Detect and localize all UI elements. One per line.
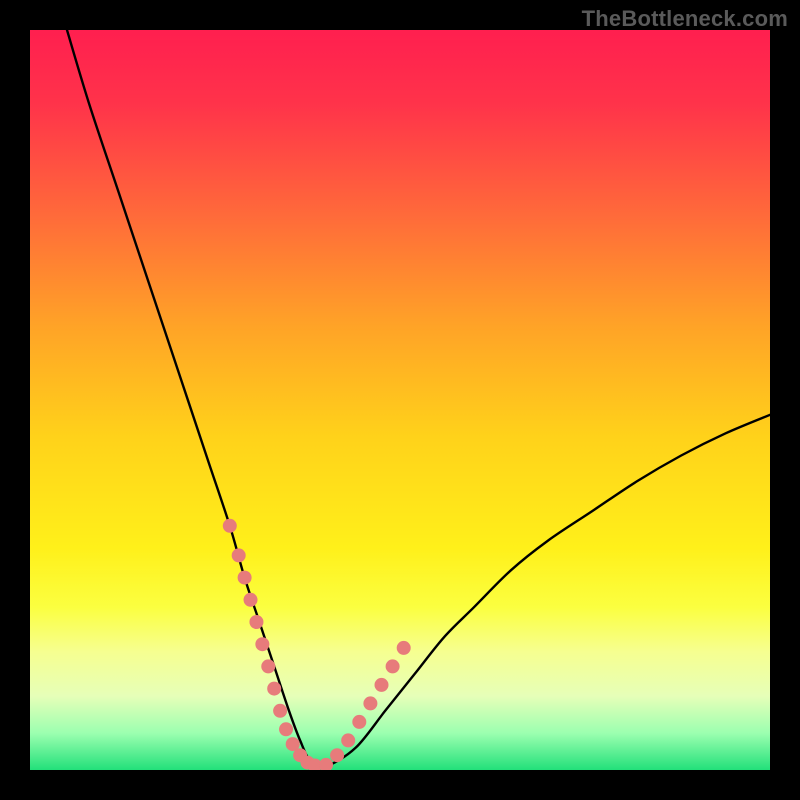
gradient-background [30, 30, 770, 770]
bottleneck-chart [30, 30, 770, 770]
marker-dot [255, 637, 269, 651]
marker-dot [273, 704, 287, 718]
marker-dot [238, 571, 252, 585]
marker-dot [397, 641, 411, 655]
marker-dot [279, 722, 293, 736]
marker-dot [244, 593, 258, 607]
plot-frame [30, 30, 770, 770]
marker-dot [375, 678, 389, 692]
marker-dot [330, 748, 344, 762]
watermark-text: TheBottleneck.com [582, 6, 788, 32]
marker-dot [363, 696, 377, 710]
marker-dot [232, 548, 246, 562]
marker-dot [386, 659, 400, 673]
marker-dot [261, 659, 275, 673]
marker-dot [267, 682, 281, 696]
marker-dot [352, 715, 366, 729]
marker-dot [341, 733, 355, 747]
marker-dot [249, 615, 263, 629]
marker-dot [223, 519, 237, 533]
